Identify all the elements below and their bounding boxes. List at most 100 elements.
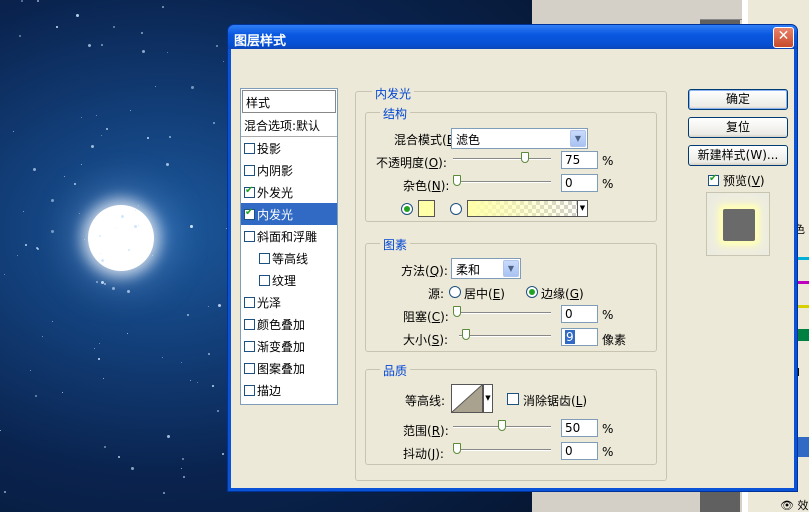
blend-mode-select[interactable]: 滤色 ▼ [451,128,588,149]
slider-thumb[interactable] [498,420,506,431]
preview-toggle[interactable]: 预览(V) [708,172,765,189]
range-input[interactable]: 50 [561,419,598,437]
source-edge-radio[interactable] [526,286,538,298]
gradient-radio[interactable] [450,203,462,215]
style-item[interactable]: 内阴影 [241,159,337,181]
style-item[interactable]: 内发光 [241,203,337,225]
noise-input[interactable]: 0 [561,174,598,192]
style-item[interactable]: 描边 [241,379,337,401]
star [84,239,85,240]
slider-thumb[interactable] [462,329,471,340]
choke-input[interactable]: 0 [561,305,598,323]
anti-alias-checkbox[interactable] [507,393,519,405]
eye-icon[interactable]: 👁 [780,499,794,512]
star [190,380,191,381]
opacity-slider[interactable] [453,152,551,164]
style-item-checkbox[interactable] [244,384,255,396]
slider-thumb[interactable] [520,152,529,163]
style-item-checkbox[interactable] [244,296,255,308]
slider-thumb[interactable] [453,306,461,317]
star [98,358,100,360]
star [181,468,182,469]
chevron-down-icon[interactable]: ▼ [483,384,493,413]
technique-select[interactable]: 柔和 ▼ [451,258,521,279]
slider-thumb[interactable] [453,443,461,454]
star [121,215,124,218]
reset-button[interactable]: 复位 [688,117,788,138]
jitter-input[interactable]: 0 [561,442,598,460]
dialog-titlebar[interactable]: 图层样式 ✕ [228,25,797,49]
style-item-checkbox[interactable] [244,318,255,330]
choke-slider[interactable] [453,306,551,318]
style-item-checkbox[interactable] [244,207,255,220]
star [19,35,21,37]
slider-thumb[interactable] [453,175,461,186]
style-item-checkbox[interactable] [259,252,270,264]
style-item[interactable]: 纹理 [241,269,337,291]
star [23,211,24,212]
star [208,306,209,307]
star [17,255,18,256]
style-item-checkbox[interactable] [244,164,255,176]
noise-slider[interactable] [453,175,551,187]
star [223,61,224,62]
range-slider[interactable] [453,420,551,432]
panel-color-mark [798,257,809,260]
elements-title: 图素 [380,236,411,253]
star [187,314,189,316]
size-input[interactable]: 9 [561,328,598,346]
style-item[interactable]: 光泽 [241,291,337,313]
source-edge-label[interactable]: 边缘(G) [541,285,584,302]
style-item[interactable]: 混合选项:默认 [241,114,337,137]
effects-text: 效 [797,499,809,512]
technique-value: 柔和 [456,263,481,277]
close-button[interactable]: ✕ [773,27,794,48]
star [35,395,37,397]
chevron-down-icon[interactable]: ▼ [577,200,588,217]
star [37,0,39,2]
star [113,26,115,28]
new-style-button[interactable]: 新建样式(W)... [688,145,788,166]
contour-picker[interactable] [451,384,483,413]
style-item-checkbox[interactable] [244,142,255,154]
style-item-checkbox[interactable] [244,362,255,374]
source-center-label[interactable]: 居中(E) [464,285,505,302]
jitter-slider[interactable] [453,443,551,455]
style-item[interactable]: 斜面和浮雕 [241,225,337,247]
ok-button[interactable]: 确定 [688,89,788,110]
style-item[interactable]: 外发光 [241,181,337,203]
style-item-label: 纹理 [272,273,297,288]
star [152,255,153,256]
style-item[interactable]: 颜色叠加 [241,313,337,335]
structure-title: 结构 [380,105,411,122]
panel-color-mark [798,281,809,284]
star [130,110,131,111]
style-list-header[interactable]: 样式 [242,90,336,113]
star [166,163,169,166]
style-list: 样式 混合选项:默认投影内阴影外发光内发光斜面和浮雕等高线纹理光泽颜色叠加渐变叠… [240,88,338,405]
style-item[interactable]: 投影 [241,137,337,159]
style-item[interactable]: 渐变叠加 [241,335,337,357]
star [135,210,136,211]
star [212,385,214,387]
glow-color-swatch[interactable] [418,200,435,217]
style-item[interactable]: 等高线 [241,247,337,269]
style-item[interactable]: 图案叠加 [241,357,337,379]
source-center-radio[interactable] [449,286,461,298]
star [94,348,95,349]
opacity-input[interactable]: 75 [561,151,598,169]
slider-track [453,181,551,183]
size-slider[interactable] [459,329,551,341]
anti-alias-label[interactable]: 消除锯齿(L) [523,392,587,409]
star [0,430,1,431]
style-item-checkbox[interactable] [259,274,270,286]
glow-gradient-picker[interactable]: ▼ [467,200,588,217]
star [141,32,143,34]
style-item-checkbox[interactable] [244,340,255,352]
solid-color-radio[interactable] [401,203,413,215]
preview-checkbox[interactable] [708,173,719,186]
style-item-checkbox[interactable] [244,230,255,242]
chevron-down-icon: ▼ [503,260,519,277]
style-item-checkbox[interactable] [244,185,255,198]
source-label: 源: [428,287,445,301]
